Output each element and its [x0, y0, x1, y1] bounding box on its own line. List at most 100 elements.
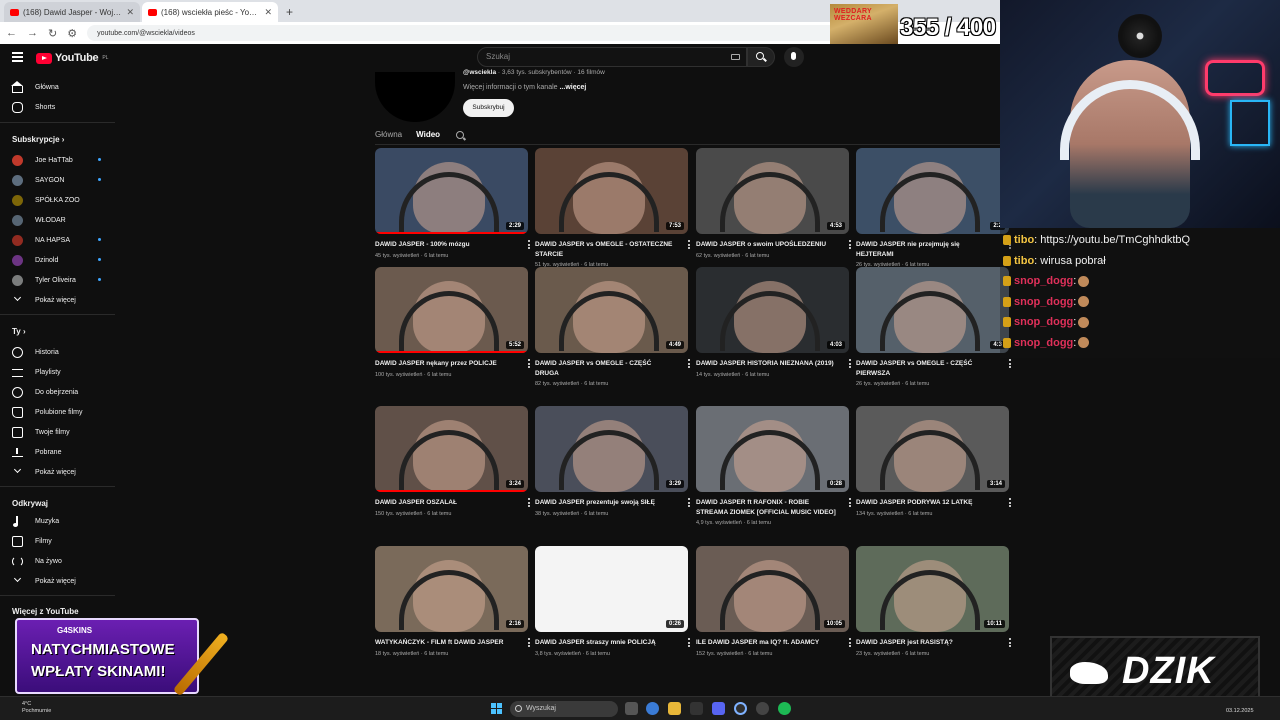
more-actions-icon[interactable]: [688, 359, 690, 370]
video-title[interactable]: DAWID JASPER ft RAFONIX - ROBIE STREAMA …: [696, 498, 836, 517]
sidebar-item-home[interactable]: Główna: [11, 79, 112, 95]
more-actions-icon[interactable]: [1009, 359, 1011, 370]
subscriptions-heading[interactable]: Subskrypcje ›: [12, 135, 64, 144]
video-thumbnail[interactable]: 0:28: [696, 406, 849, 492]
video-thumbnail[interactable]: 7:53: [535, 148, 688, 234]
weather-widget[interactable]: 4°C Pochmurnie: [22, 701, 51, 715]
sidebar-item-your-videos[interactable]: Twoje filmy: [12, 424, 112, 440]
video-title[interactable]: DAWID JASPER vs OMEGLE - CZĘŚĆ PIERWSZA: [856, 359, 996, 378]
video-thumbnail[interactable]: 2:2: [856, 148, 1009, 234]
tab-home[interactable]: Główna: [375, 130, 402, 139]
video-card[interactable]: 0:26 DAWID JASPER straszy mnie POLICJĄ 3,8…: [535, 546, 690, 657]
more-actions-icon[interactable]: [688, 638, 690, 649]
sidebar-item-history[interactable]: Historia: [12, 344, 112, 360]
video-thumbnail[interactable]: 4:3: [856, 267, 1009, 353]
reload-icon[interactable]: ↻: [48, 27, 57, 40]
sidebar-item-shorts[interactable]: Shorts: [12, 99, 112, 115]
menu-icon[interactable]: [12, 52, 23, 62]
chrome-icon[interactable]: [646, 702, 659, 715]
video-title[interactable]: WATYKAŃCZYK - FILM ft DAWID JASPER: [375, 638, 515, 648]
sidebar-item-show-more[interactable]: Pokaż więcej: [12, 464, 112, 480]
more-actions-icon[interactable]: [849, 638, 851, 649]
sidebar-item-subscription[interactable]: SAYGON: [12, 172, 112, 188]
video-card[interactable]: 4:53 DAWID JASPER o swoim UPOŚLEDZENIU 62 …: [696, 148, 851, 259]
sidebar-item-subscription[interactable]: Joe HaTTab: [12, 152, 112, 168]
spotify-icon[interactable]: [778, 702, 791, 715]
video-card[interactable]: 3:14 DAWID JASPER PODRYWA 12 LATKĘ 134 tys…: [856, 406, 1011, 517]
video-card[interactable]: 4:3 DAWID JASPER vs OMEGLE - CZĘŚĆ PIERWS…: [856, 267, 1011, 387]
sidebar-item-subscription[interactable]: NA HAPSA: [12, 232, 112, 248]
video-title[interactable]: DAWID JASPER prezentuje swoją SIŁĘ: [535, 498, 675, 508]
channel-search-icon[interactable]: [456, 131, 464, 139]
more-actions-icon[interactable]: [688, 240, 690, 251]
video-card[interactable]: 3:29 DAWID JASPER prezentuje swoją SIŁĘ 38…: [535, 406, 690, 517]
video-title[interactable]: DAWID JASPER vs OMEGLE - OSTATECZNE STAR…: [535, 240, 675, 259]
sidebar-item-subscription[interactable]: Dzinold: [12, 252, 112, 268]
more-actions-icon[interactable]: [849, 240, 851, 251]
obs-icon[interactable]: [756, 702, 769, 715]
video-card[interactable]: 7:53 DAWID JASPER vs OMEGLE - OSTATECZNE …: [535, 148, 690, 268]
video-thumbnail[interactable]: 5:52: [375, 267, 528, 353]
video-card[interactable]: 2:16 WATYKAŃCZYK - FILM ft DAWID JASPER 18…: [375, 546, 530, 657]
video-title[interactable]: ILE DAWID JASPER ma IQ? ft. ADAMCY: [696, 638, 836, 648]
sidebar-item-subscription[interactable]: WŁODAR: [12, 212, 112, 228]
more-link[interactable]: ...więcej: [559, 84, 586, 91]
subscribe-button[interactable]: Subskrybuj: [463, 99, 514, 117]
video-thumbnail[interactable]: 2:29: [375, 148, 528, 234]
video-title[interactable]: DAWID JASPER nękany przez POLICJE: [375, 359, 515, 369]
video-thumbnail[interactable]: 0:26: [535, 546, 688, 632]
video-thumbnail[interactable]: 10:05: [696, 546, 849, 632]
video-card[interactable]: 5:52 DAWID JASPER nękany przez POLICJE 100…: [375, 267, 530, 378]
video-thumbnail[interactable]: 4:49: [535, 267, 688, 353]
channel-avatar[interactable]: [375, 72, 455, 122]
browser-tab-1[interactable]: (168) Dawid Jasper - Wojna z Di... ✕: [4, 2, 140, 22]
video-title[interactable]: DAWID JASPER o swoim UPOŚLEDZENIU: [696, 240, 836, 250]
close-tab-icon[interactable]: ✕: [264, 7, 272, 18]
sidebar-item-liked[interactable]: Polubione filmy: [12, 404, 112, 420]
more-actions-icon[interactable]: [528, 240, 530, 251]
sidebar-item-show-more[interactable]: Pokaż więcej: [12, 292, 112, 308]
video-card[interactable]: 2:2 DAWID JASPER nie przejmuję się HEJTER…: [856, 148, 1011, 268]
more-actions-icon[interactable]: [528, 359, 530, 370]
sidebar-item-playlists[interactable]: Playlisty: [12, 364, 112, 380]
page-info-icon[interactable]: ⚙: [67, 27, 77, 40]
you-heading[interactable]: Ty ›: [12, 327, 26, 336]
video-thumbnail[interactable]: 2:16: [375, 546, 528, 632]
sidebar-item-subscription[interactable]: SPÓŁKA ZOO: [12, 192, 112, 208]
url-field[interactable]: youtube.com/@wsciekla/videos: [87, 25, 848, 41]
sidebar-item-movies[interactable]: Filmy: [12, 533, 112, 549]
taskbar-search[interactable]: Wyszukaj: [510, 701, 618, 717]
video-thumbnail[interactable]: 4:53: [696, 148, 849, 234]
video-card[interactable]: 0:28 DAWID JASPER ft RAFONIX - ROBIE STRE…: [696, 406, 851, 526]
more-actions-icon[interactable]: [849, 498, 851, 509]
more-actions-icon[interactable]: [1009, 638, 1011, 649]
video-title[interactable]: DAWID JASPER straszy mnie POLICJĄ: [535, 638, 675, 648]
more-actions-icon[interactable]: [849, 359, 851, 370]
video-card[interactable]: 4:03 DAWID JASPER HISTORIA NIEZNANA (2019…: [696, 267, 851, 378]
sidebar-item-subscription[interactable]: Tyler Oliveira: [12, 272, 112, 288]
sidebar-item-music[interactable]: Muzyka: [12, 513, 112, 529]
more-actions-icon[interactable]: [1009, 498, 1011, 509]
task-view-icon[interactable]: [625, 702, 638, 715]
video-card[interactable]: 10:05 ILE DAWID JASPER ma IQ? ft. ADAMCY 1…: [696, 546, 851, 657]
more-actions-icon[interactable]: [528, 638, 530, 649]
video-thumbnail[interactable]: 3:24: [375, 406, 528, 492]
sidebar-item-live[interactable]: Na żywo: [12, 553, 112, 569]
video-card[interactable]: 2:29 DAWID JASPER - 100% mózgu 45 tys. wyś…: [375, 148, 530, 259]
channel-description[interactable]: Więcej informacji o tym kanale ...więcej: [463, 84, 586, 91]
video-card[interactable]: 10:11 DAWID JASPER jest RASISTĄ? 23 tys. w…: [856, 546, 1011, 657]
browser-tab-2[interactable]: (168) wsciekła pieśc - YouTube ✕: [142, 2, 278, 22]
youtube-logo[interactable]: YouTube PL: [36, 52, 108, 64]
video-title[interactable]: DAWID JASPER OSZALAŁ: [375, 498, 515, 508]
sidebar-item-show-more[interactable]: Pokaż więcej: [12, 573, 112, 589]
discord-icon[interactable]: [712, 702, 725, 715]
forward-icon[interactable]: →: [27, 27, 38, 39]
microphone-icon[interactable]: [784, 47, 804, 67]
video-card[interactable]: 4:49 DAWID JASPER vs OMEGLE - CZĘŚĆ DRUGA…: [535, 267, 690, 387]
keyboard-icon[interactable]: [731, 54, 740, 60]
more-actions-icon[interactable]: [528, 498, 530, 509]
sidebar-item-watch-later[interactable]: Do obejrzenia: [12, 384, 112, 400]
video-title[interactable]: DAWID JASPER PODRYWA 12 LATKĘ: [856, 498, 996, 508]
video-title[interactable]: DAWID JASPER - 100% mózgu: [375, 240, 515, 250]
app-icon[interactable]: [690, 702, 703, 715]
